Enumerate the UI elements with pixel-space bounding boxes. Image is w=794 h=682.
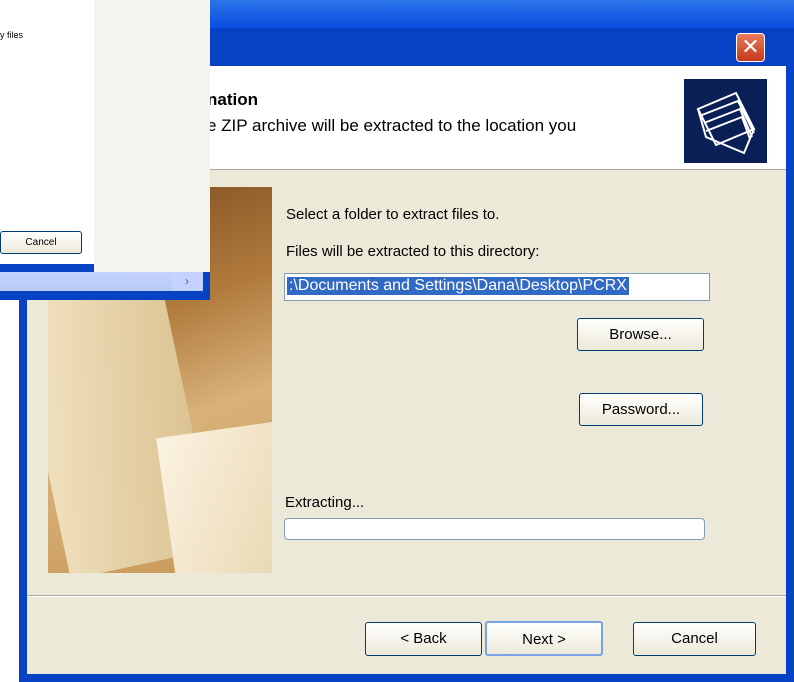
footer-separator: [27, 595, 786, 597]
background-cancel-button[interactable]: Cancel: [0, 231, 82, 254]
scroll-right-arrow-icon[interactable]: ›: [172, 273, 202, 290]
paper-shape: [156, 417, 272, 573]
background-window-text: y files: [0, 30, 24, 40]
header-title: nation: [207, 90, 258, 109]
extracting-label: Extracting...: [285, 494, 365, 511]
next-button[interactable]: Next >: [485, 621, 603, 656]
extract-path-value: :\Documents and Settings\Dana\Desktop\PC…: [287, 277, 629, 295]
background-window: y files Cancel ›: [0, 0, 210, 300]
close-button[interactable]: ✕: [736, 33, 765, 62]
header-subtitle: e ZIP archive will be extracted to the l…: [207, 116, 577, 135]
password-button[interactable]: Password...: [579, 393, 703, 426]
select-folder-label: Select a folder to extract files to.: [286, 206, 500, 223]
extract-progress-bar: [284, 518, 705, 540]
cancel-button[interactable]: Cancel: [633, 622, 756, 656]
background-window-panel: [94, 0, 210, 272]
directory-label: Files will be extracted to this director…: [286, 243, 540, 260]
folder-icon: [684, 79, 767, 163]
extract-path-input[interactable]: :\Documents and Settings\Dana\Desktop\PC…: [284, 273, 710, 301]
back-button[interactable]: < Back: [365, 622, 482, 656]
background-window-body: y files Cancel: [0, 0, 94, 264]
browse-button[interactable]: Browse...: [577, 318, 704, 351]
